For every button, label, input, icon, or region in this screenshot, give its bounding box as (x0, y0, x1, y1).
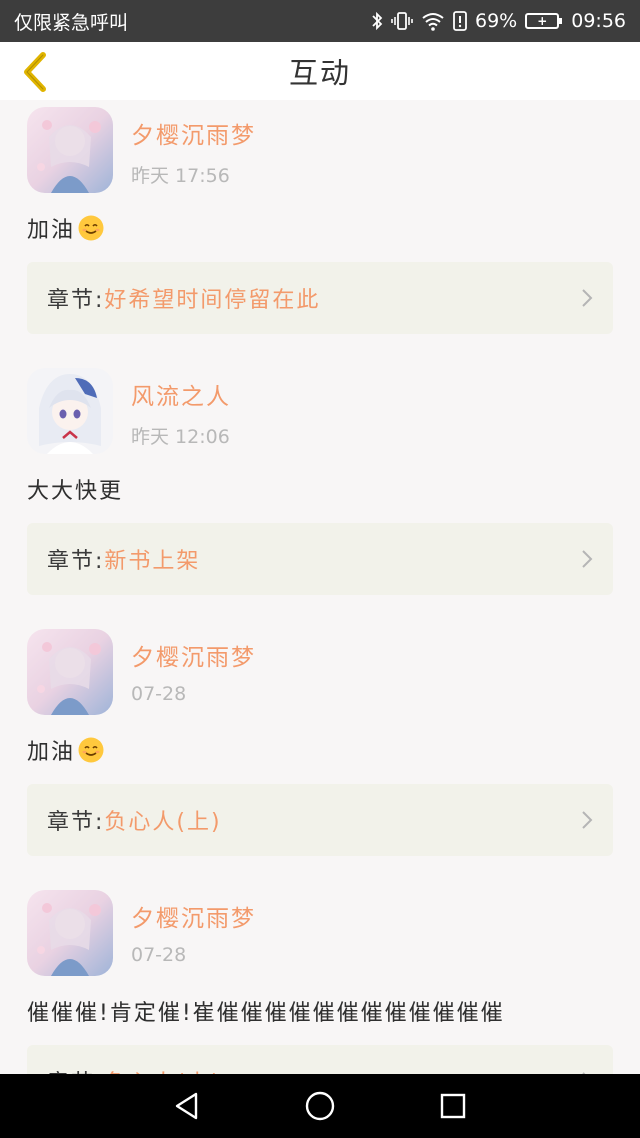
avatar[interactable] (27, 368, 113, 454)
chapter-link[interactable]: 章节: 新书上架 (27, 523, 613, 595)
chapter-title: 负心人(上) (104, 810, 222, 835)
battery-percent: 69% (475, 10, 518, 32)
status-bar: 仅限紧急呼叫 69% + 09:56 (0, 0, 640, 42)
chapter-link[interactable]: 章节: 负心人(上) (27, 784, 613, 856)
back-triangle-icon (175, 1092, 197, 1120)
avatar[interactable] (27, 890, 113, 976)
chapter-label: 章节: (47, 549, 105, 574)
user-name[interactable]: 夕樱沉雨梦 (131, 638, 256, 672)
timestamp: 07-28 (131, 944, 187, 966)
timestamp: 昨天 17:56 (131, 165, 230, 187)
user-name[interactable]: 夕樱沉雨梦 (131, 899, 256, 933)
back-button[interactable] (14, 50, 54, 94)
chapter-label: 章节: (47, 810, 105, 835)
avatar[interactable] (27, 629, 113, 715)
comment-body: 加油 (27, 218, 76, 243)
list-item: 夕樱沉雨梦 昨天 17:56 加油 章节: 好希望时间停留在此 (0, 100, 640, 361)
timestamp: 昨天 12:06 (131, 426, 230, 448)
comment-text: 加油 (27, 212, 105, 244)
chapter-title: 负心人(上) (104, 1065, 221, 1074)
avatar[interactable] (27, 107, 113, 193)
clock: 09:56 (571, 10, 626, 32)
nav-recents-button[interactable] (429, 1082, 477, 1130)
list-item: 夕樱沉雨梦 07-28 催催催!肯定催!崔催催催催催催催催催催催催 章节: 负心… (0, 883, 640, 1074)
app-header: 互动 (0, 42, 640, 100)
carrier-text: 仅限紧急呼叫 (14, 11, 129, 34)
comment-text: 催催催!肯定催!崔催催催催催催催催催催催催 (27, 995, 505, 1027)
battery-icon: + (525, 13, 563, 29)
chevron-right-icon (582, 289, 593, 307)
chapter-title: 新书上架 (104, 549, 201, 574)
nav-home-button[interactable] (296, 1082, 344, 1130)
interaction-feed[interactable]: 夕樱沉雨梦 昨天 17:56 加油 章节: 好希望时间停留在此 风流之人 昨天 … (0, 100, 640, 1074)
user-name[interactable]: 风流之人 (131, 377, 231, 411)
smile-emoji-icon (78, 215, 104, 241)
home-circle-icon (305, 1091, 335, 1121)
system-nav-bar (0, 1074, 640, 1138)
wifi-icon (421, 11, 445, 31)
smile-emoji-icon (78, 737, 104, 763)
list-item: 夕樱沉雨梦 07-28 加油 章节: 负心人(上) (0, 622, 640, 883)
page-title: 互动 (288, 56, 351, 90)
comment-body: 催催催!肯定催!崔催催催催催催催催催催催催 (27, 1001, 505, 1026)
nav-back-button[interactable] (163, 1082, 211, 1130)
alert-icon (453, 11, 467, 31)
comment-text: 大大快更 (27, 473, 123, 505)
chevron-right-icon (582, 811, 593, 829)
chevron-right-icon (582, 550, 593, 568)
chapter-title: 好希望时间停留在此 (104, 288, 321, 313)
list-item: 风流之人 昨天 12:06 大大快更 章节: 新书上架 (0, 361, 640, 622)
comment-body: 大大快更 (27, 479, 124, 504)
chapter-label: 章节: (47, 288, 105, 313)
bluetooth-icon (371, 11, 383, 31)
chevron-left-icon (24, 52, 46, 92)
timestamp: 07-28 (131, 683, 187, 705)
chapter-label: 章节: (47, 1065, 104, 1074)
chapter-link[interactable]: 章节: 好希望时间停留在此 (27, 262, 613, 334)
recents-square-icon (441, 1093, 466, 1119)
user-name[interactable]: 夕樱沉雨梦 (131, 116, 256, 150)
vibrate-icon (391, 11, 413, 31)
comment-body: 加油 (27, 740, 76, 765)
chapter-link[interactable]: 章节: 负心人(上) (27, 1045, 613, 1074)
status-icons: 69% + 09:56 (371, 10, 626, 32)
comment-text: 加油 (27, 734, 105, 766)
